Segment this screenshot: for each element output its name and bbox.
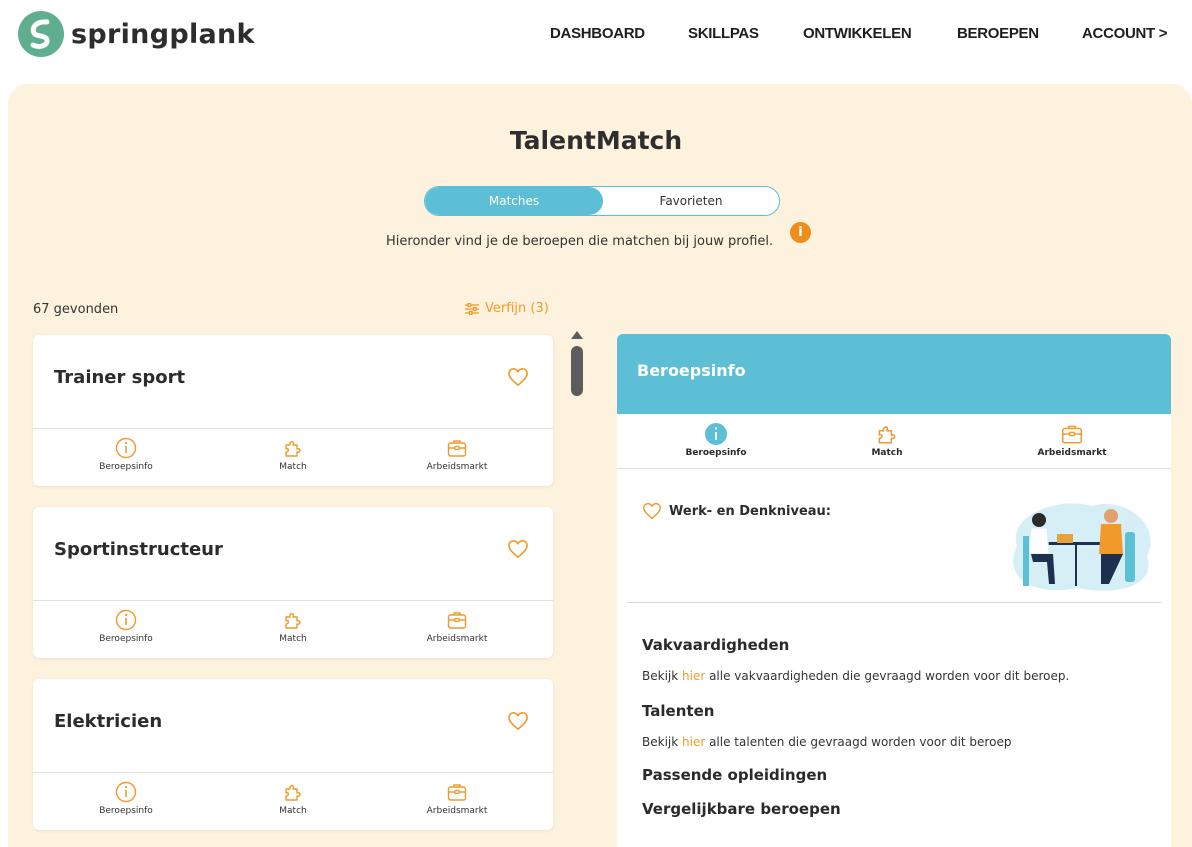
talenten-text: Bekijk hier alle talenten die gevraagd w…	[642, 735, 1011, 749]
action-match[interactable]: Match	[233, 437, 353, 472]
nav-skillpas[interactable]: SKILLPAS	[688, 25, 759, 42]
refine-button[interactable]: Verfijn (3)	[465, 301, 549, 316]
action-beroepsinfo[interactable]: Beroepsinfo	[66, 781, 186, 816]
scroll-thumb[interactable]	[571, 346, 583, 396]
nav-account[interactable]: ACCOUNT >	[1082, 25, 1168, 42]
info-circle-icon	[115, 437, 137, 459]
nav-dashboard[interactable]: DASHBOARD	[550, 25, 645, 42]
text-segment: Bekijk	[642, 735, 682, 749]
job-card[interactable]: Trainer sport Beroepsinfo Match Arbeidsm…	[33, 335, 553, 486]
card-actions: Beroepsinfo Match Arbeidsmarkt	[33, 773, 553, 830]
text-segment: alle talenten die gevraagd worden voor d…	[705, 735, 1012, 749]
action-arbeidsmarkt[interactable]: Arbeidsmarkt	[397, 609, 517, 644]
tab-favorieten[interactable]: Favorieten	[603, 187, 779, 215]
talenten-link[interactable]: hier	[682, 735, 705, 749]
werk-denkniveau-label: Werk- en Denkniveau:	[669, 504, 832, 519]
results-count: 67 gevonden	[33, 302, 119, 317]
action-label: Match	[279, 634, 307, 644]
info-circle-icon	[115, 609, 137, 631]
action-match[interactable]: Match	[233, 781, 353, 816]
refine-label: Verfijn (3)	[485, 301, 549, 316]
heart-icon[interactable]	[642, 502, 662, 520]
job-title: Trainer sport	[54, 367, 186, 388]
action-label: Beroepsinfo	[99, 634, 153, 644]
nav-ontwikkelen[interactable]: ONTWIKKELEN	[803, 25, 912, 42]
job-title: Elektricien	[54, 711, 163, 732]
vakvaardigheden-heading: Vakvaardigheden	[642, 636, 790, 654]
action-beroepsinfo[interactable]: Beroepsinfo	[66, 437, 186, 472]
job-card[interactable]: Sportinstructeur Beroepsinfo Match Arbei…	[33, 507, 553, 658]
briefcase-icon	[447, 784, 467, 801]
passende-opleidingen-heading[interactable]: Passende opleidingen	[642, 766, 827, 784]
vakvaardigheden-text: Bekijk hier alle vakvaardigheden die gev…	[642, 669, 1069, 683]
briefcase-icon	[447, 440, 467, 457]
divider	[627, 602, 1161, 603]
puzzle-icon	[285, 612, 301, 629]
briefcase-icon	[447, 612, 467, 629]
detail-tab-beroepsinfo[interactable]: Beroepsinfo	[641, 422, 791, 458]
detail-tab-match[interactable]: Match	[812, 422, 962, 458]
action-label: Beroepsinfo	[99, 462, 153, 472]
info-circle-icon	[115, 781, 137, 803]
heart-icon[interactable]	[507, 711, 529, 731]
job-card[interactable]: Elektricien Beroepsinfo Match Arbeidsmar…	[33, 679, 553, 830]
action-beroepsinfo[interactable]: Beroepsinfo	[66, 609, 186, 644]
top-navigation-bar: springplank DASHBOARD SKILLPAS ONTWIKKEL…	[0, 0, 1192, 70]
puzzle-icon	[285, 784, 301, 801]
info-circle-filled-icon	[705, 423, 727, 445]
info-icon[interactable]: i	[790, 222, 811, 243]
detail-title: Beroepsinfo	[637, 361, 746, 380]
view-toggle: Matches Favorieten	[424, 186, 780, 216]
main-nav: DASHBOARD SKILLPAS ONTWIKKELEN BEROEPEN …	[0, 25, 1192, 45]
detail-tab-label: Beroepsinfo	[685, 448, 747, 458]
action-label: Arbeidsmarkt	[426, 462, 488, 472]
detail-panel: Beroepsinfo Beroepsinfo Match Arbeidsmar…	[617, 334, 1171, 847]
page-title: TalentMatch	[509, 126, 683, 155]
vakvaardigheden-link[interactable]: hier	[682, 669, 705, 683]
action-label: Arbeidsmarkt	[426, 806, 488, 816]
page-subtitle: Hieronder vind je de beroepen die matche…	[386, 234, 774, 249]
detail-tab-label: Match	[871, 448, 903, 458]
action-arbeidsmarkt[interactable]: Arbeidsmarkt	[397, 781, 517, 816]
vergelijkbare-beroepen-heading[interactable]: Vergelijkbare beroepen	[642, 800, 841, 818]
detail-tabs: Beroepsinfo Match Arbeidsmarkt	[617, 414, 1171, 469]
list-scrollbar[interactable]	[568, 326, 586, 847]
action-arbeidsmarkt[interactable]: Arbeidsmarkt	[397, 437, 517, 472]
detail-tab-arbeidsmarkt[interactable]: Arbeidsmarkt	[997, 422, 1147, 458]
puzzle-icon	[878, 426, 896, 444]
meeting-illustration	[1013, 503, 1151, 591]
tab-matches[interactable]: Matches	[425, 187, 603, 215]
briefcase-icon	[1061, 425, 1083, 444]
detail-tab-label: Arbeidsmarkt	[1037, 448, 1107, 458]
scroll-up-arrow-icon[interactable]	[571, 331, 583, 339]
job-title: Sportinstructeur	[54, 539, 223, 560]
action-label: Match	[279, 806, 307, 816]
nav-beroepen[interactable]: BEROEPEN	[957, 25, 1039, 42]
action-match[interactable]: Match	[233, 609, 353, 644]
filter-sliders-icon	[465, 302, 479, 315]
text-segment: Bekijk	[642, 669, 682, 683]
card-actions: Beroepsinfo Match Arbeidsmarkt	[33, 601, 553, 658]
heart-icon[interactable]	[507, 539, 529, 559]
detail-header: Beroepsinfo	[617, 334, 1171, 414]
puzzle-icon	[285, 440, 301, 457]
heart-icon[interactable]	[507, 367, 529, 387]
talenten-heading: Talenten	[642, 702, 715, 720]
text-segment: alle vakvaardigheden die gevraagd worden…	[705, 669, 1070, 683]
action-label: Beroepsinfo	[99, 806, 153, 816]
card-actions: Beroepsinfo Match Arbeidsmarkt	[33, 429, 553, 486]
action-label: Arbeidsmarkt	[426, 634, 488, 644]
action-label: Match	[279, 462, 307, 472]
